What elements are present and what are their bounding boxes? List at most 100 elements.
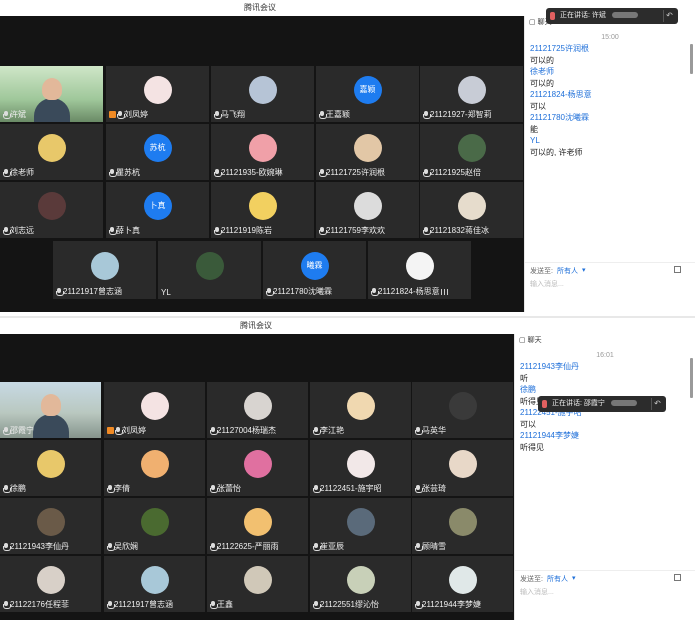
- participant-tile[interactable]: 李倩: [104, 440, 205, 496]
- participant-tile[interactable]: 21121925赵倍: [420, 124, 523, 180]
- participant-tile[interactable]: 21121944李梦婕: [412, 556, 513, 612]
- mic-icon: [3, 227, 11, 235]
- participant-name: 21121725许润根: [326, 168, 385, 177]
- chat-sender[interactable]: 21121943李仙丹: [515, 361, 695, 373]
- participant-name: 刘志远: [10, 226, 34, 235]
- send-to-select[interactable]: 所有人: [557, 266, 578, 276]
- avatar: 苏杭: [143, 134, 172, 162]
- chat-input[interactable]: 输入消息...: [520, 587, 690, 597]
- participant-tile[interactable]: 李江艳: [310, 382, 411, 438]
- participant-tile[interactable]: 嘉颖 王嘉颖: [316, 66, 419, 122]
- chat-icon: ▢: [529, 19, 536, 26]
- participant-tile[interactable]: 21121927-郑智莉: [420, 66, 523, 122]
- participant-tile[interactable]: 刘志远: [0, 182, 103, 238]
- participant-name-row: 21122625-严丽雨: [210, 541, 279, 552]
- mic-icon: [319, 169, 327, 177]
- participant-name-row: 张芸琦: [415, 483, 446, 494]
- mic-icon: [415, 485, 423, 493]
- participant-tile[interactable]: 21122176任程菲: [0, 556, 101, 612]
- chevron-down-icon[interactable]: ▾: [582, 266, 586, 276]
- participant-tile[interactable]: 21121919陈岩: [211, 182, 314, 238]
- participant-name-row: 吴欣娴: [107, 541, 138, 552]
- mic-icon: [423, 227, 431, 235]
- chat-message-text: 可以: [530, 101, 546, 111]
- mic-icon: [266, 288, 274, 296]
- avatar: [353, 134, 382, 162]
- signal-icon: [440, 288, 448, 295]
- participant-tile[interactable]: 张蕾怡: [207, 440, 308, 496]
- chat-scrollbar[interactable]: [690, 44, 693, 74]
- participant-tile[interactable]: 张芸琦: [412, 440, 513, 496]
- avatar: [346, 392, 375, 420]
- participant-name: 徐鹏: [10, 484, 26, 493]
- participant-tile[interactable]: 崔亚辰: [310, 498, 411, 554]
- file-icon[interactable]: [674, 266, 681, 273]
- participant-tile[interactable]: 21121917曾志涵: [53, 241, 156, 299]
- mic-icon: [313, 485, 321, 493]
- mic-icon: [214, 111, 222, 119]
- participant-tile[interactable]: 21121943李仙丹: [0, 498, 101, 554]
- participant-name: 21121944李梦婕: [422, 600, 481, 609]
- participant-tile[interactable]: 刘凤婷: [104, 382, 205, 438]
- send-to-select[interactable]: 所有人: [547, 574, 568, 584]
- chat-message-text: 可以: [520, 419, 536, 429]
- participant-name: 21121927-郑智莉: [430, 110, 492, 119]
- chat-sender[interactable]: 徐鹏: [515, 384, 695, 396]
- participant-tile[interactable]: 21121935-欧婉琳: [211, 124, 314, 180]
- participant-tile[interactable]: 21121832蒋佳冰: [420, 182, 523, 238]
- chat-sender[interactable]: 徐老师: [525, 66, 695, 78]
- participant-name-row: 21127004杨瑞杰: [210, 425, 276, 436]
- participant-name-row: 21122551缪沁怡: [313, 599, 379, 610]
- chat-sender[interactable]: 21121725许润根: [525, 43, 695, 55]
- participant-tile[interactable]: 吴欣娴: [104, 498, 205, 554]
- chat-input[interactable]: 输入消息...: [530, 279, 690, 289]
- participant-name: 吴欣娴: [114, 542, 138, 551]
- participant-tile[interactable]: 刘凤婷: [106, 66, 209, 122]
- chevron-down-icon[interactable]: ▾: [572, 574, 576, 584]
- participant-tile[interactable]: 卜真 薛卜真: [106, 182, 209, 238]
- collapse-icon[interactable]: ↶: [663, 10, 675, 22]
- file-icon[interactable]: [674, 574, 681, 581]
- participant-name-row: 邵霞宁: [3, 425, 34, 436]
- chat-header: ▢ 聊天: [515, 334, 695, 348]
- chat-sender[interactable]: 21121780沈曦霖: [525, 112, 695, 124]
- avatar: [243, 450, 272, 478]
- chat-scrollbar[interactable]: [690, 358, 693, 398]
- participant-tile[interactable]: YL: [158, 241, 261, 299]
- mic-icon: [3, 111, 11, 119]
- participant-tile[interactable]: 21121824-杨思意: [368, 241, 471, 299]
- participant-tile[interactable]: 许斌: [0, 66, 103, 122]
- participant-tile[interactable]: 21122451-施宇昭: [310, 440, 411, 496]
- mic-icon: [210, 543, 218, 551]
- participant-tile[interactable]: 徐鹏: [0, 440, 101, 496]
- participant-tile[interactable]: 徐老师: [0, 124, 103, 180]
- participant-tile[interactable]: 邵霞宁: [0, 382, 101, 438]
- chat-sender[interactable]: 21121824-杨思意: [525, 89, 695, 101]
- avatar: [448, 450, 477, 478]
- participant-name-row: 王鑫: [210, 599, 233, 610]
- participant-tile[interactable]: 曦霖 21121780沈曦霖: [263, 241, 366, 299]
- avatar: [405, 252, 434, 280]
- chat-input-area: 发送至: 所有人 ▾ 输入消息...: [515, 570, 695, 620]
- chat-panel: ▢ 聊天 15:00 21121725许润根 可以的 徐老师 可以的 21121824-…: [524, 16, 695, 312]
- participant-tile[interactable]: 马飞翔: [211, 66, 314, 122]
- participant-tile[interactable]: 21122551缪沁怡: [310, 556, 411, 612]
- mic-icon: [107, 543, 115, 551]
- send-to-label: 发送至:: [520, 576, 543, 583]
- chat-sender[interactable]: 21121944李梦婕: [515, 430, 695, 442]
- participant-tile[interactable]: 21122625-严丽雨: [207, 498, 308, 554]
- chat-panel: ▢ 聊天 16:01 21121943李仙丹听徐鹏 听得见 21122451-施宇昭…: [514, 334, 695, 620]
- participant-tile[interactable]: 顾晴雪: [412, 498, 513, 554]
- participant-tile[interactable]: 21121917曾志涵: [104, 556, 205, 612]
- participant-tile[interactable]: 21121759李欢欢: [316, 182, 419, 238]
- participant-tile[interactable]: 苏杭 瞿苏杭: [106, 124, 209, 180]
- mic-icon: [371, 288, 379, 296]
- participant-tile[interactable]: 王鑫: [207, 556, 308, 612]
- participant-tile[interactable]: 21121725许润根: [316, 124, 419, 180]
- participant-tile[interactable]: 21127004杨瑞杰: [207, 382, 308, 438]
- speaking-toast: 正在讲话: 邵霞宁 ↶: [538, 396, 666, 412]
- collapse-icon[interactable]: ↶: [651, 398, 663, 410]
- avatar: [353, 192, 382, 220]
- chat-sender[interactable]: YL: [525, 135, 695, 147]
- participant-tile[interactable]: 马英华: [412, 382, 513, 438]
